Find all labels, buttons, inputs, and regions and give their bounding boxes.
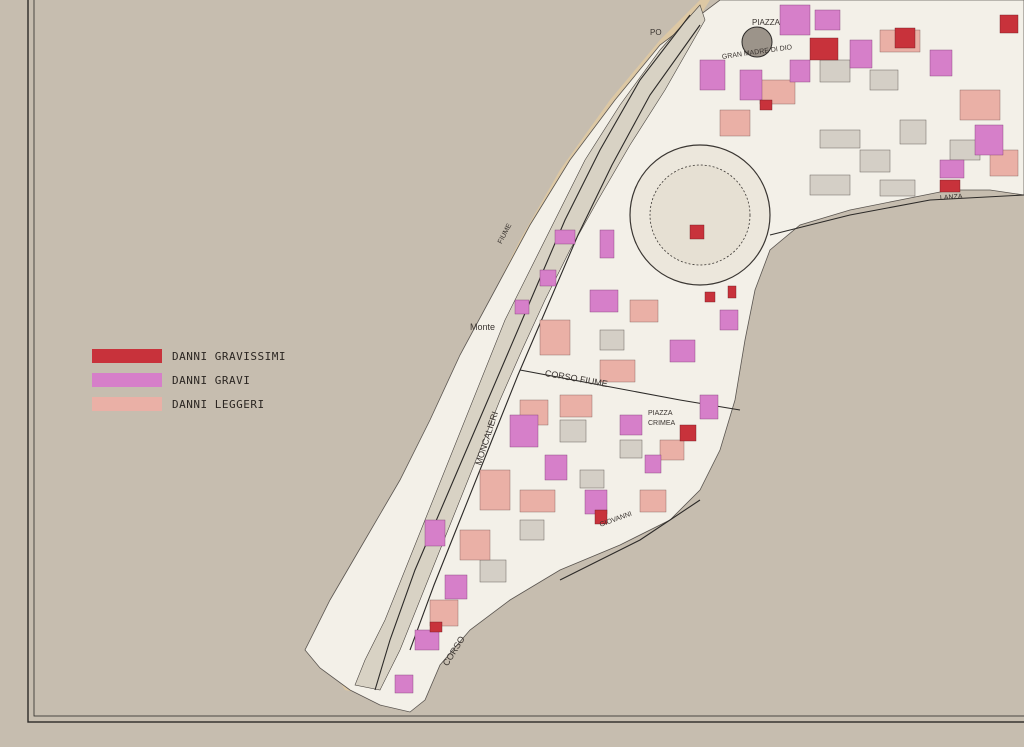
legend-item-serious: DANNI GRAVI xyxy=(92,368,286,392)
label-monte: Monte xyxy=(470,322,496,332)
legend-label-serious: DANNI GRAVI xyxy=(172,373,251,387)
legend-label-light: DANNI LEGGERI xyxy=(172,397,265,411)
legend-item-very-serious: DANNI GRAVISSIMI xyxy=(92,344,286,368)
legend-item-light: DANNI LEGGERI xyxy=(92,392,286,416)
legend-label-very-serious: DANNI GRAVISSIMI xyxy=(172,349,286,363)
map-sheet: PIAZZA GRAN MADRE DI DIO PO FIUME Monte … xyxy=(0,0,1024,747)
label-piazza: PIAZZA xyxy=(752,18,781,27)
label-po: PO xyxy=(650,28,662,37)
legend-swatch-light xyxy=(92,397,162,411)
legend-swatch-very-serious xyxy=(92,349,162,363)
map-legend: DANNI GRAVISSIMI DANNI GRAVI DANNI LEGGE… xyxy=(92,344,286,416)
label-crimea: CRIMEA xyxy=(648,420,676,427)
monte-hill-inner xyxy=(649,164,751,266)
legend-swatch-serious xyxy=(92,373,162,387)
label-piazza-crimea: PIAZZA xyxy=(648,410,673,417)
